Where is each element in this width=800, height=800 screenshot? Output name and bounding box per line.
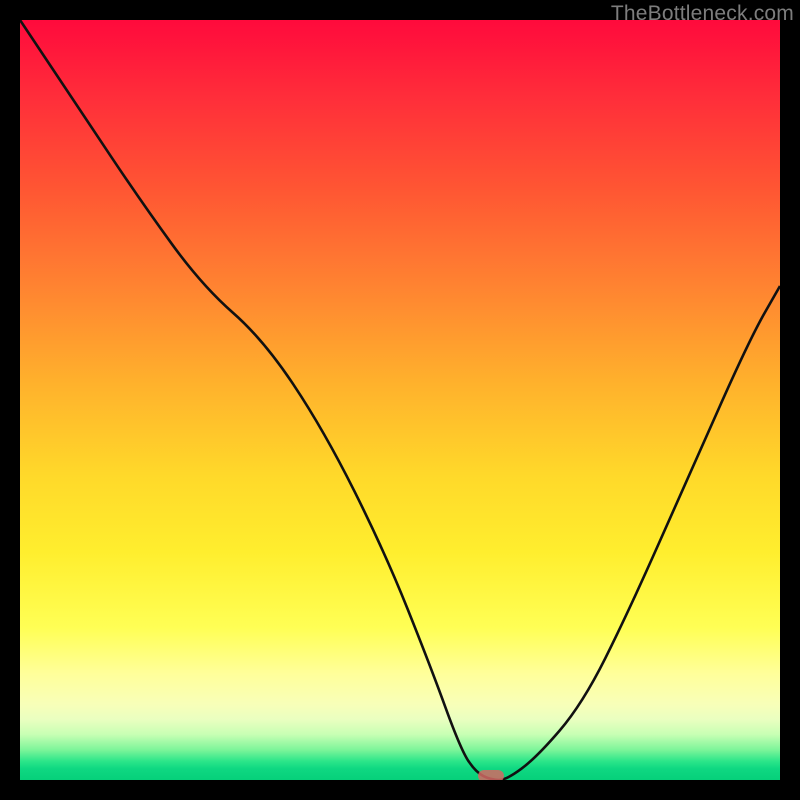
chart-stage: TheBottleneck.com	[0, 0, 800, 800]
plot-area	[20, 20, 780, 780]
heat-gradient	[20, 20, 780, 780]
